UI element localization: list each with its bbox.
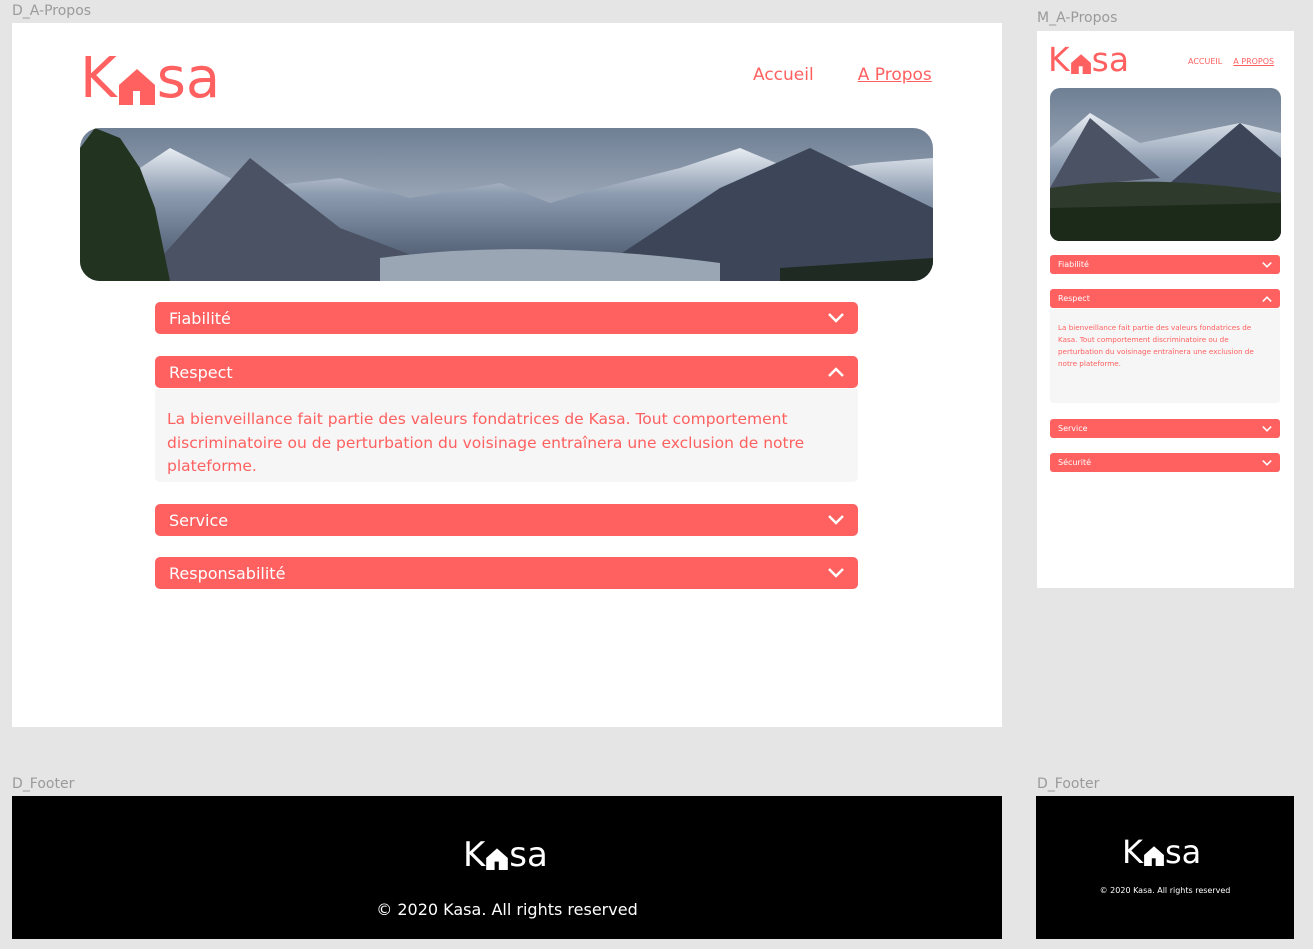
accordion-title: Fiabilité xyxy=(169,308,231,328)
chevron-down-icon xyxy=(828,568,844,578)
logo-letter-k: K xyxy=(80,46,117,111)
frame-label-mobile-about: M_A-Propos xyxy=(1037,10,1118,26)
accordion-body-respect: La bienveillance fait partie des valeurs… xyxy=(155,389,858,482)
logo-letters-sa: sa xyxy=(156,46,221,111)
mobile-about-artboard: K sa ACCUEIL A PROPOS Fiabilité Respect xyxy=(1037,31,1294,588)
chevron-down-icon xyxy=(1262,261,1272,268)
accordion-title: Respect xyxy=(1058,294,1090,303)
chevron-down-icon xyxy=(1262,459,1272,466)
accordion-header-fiabilite[interactable]: Fiabilité xyxy=(1050,255,1280,274)
accordion-body-respect: La bienveillance fait partie des valeurs… xyxy=(1050,309,1280,403)
accordion-title: Fiabilité xyxy=(1058,260,1089,269)
accordion-title: Respect xyxy=(169,362,233,382)
nav-about-link[interactable]: A PROPOS xyxy=(1233,57,1274,66)
chevron-down-icon xyxy=(828,313,844,323)
mobile-footer: K sa © 2020 Kasa. All rights reserved xyxy=(1036,796,1294,939)
accordion-title: Responsabilité xyxy=(169,563,286,583)
accordion-header-responsabilite[interactable]: Responsabilité xyxy=(155,557,858,589)
about-banner-image xyxy=(1050,88,1281,241)
house-icon xyxy=(117,63,157,107)
accordion-header-respect[interactable]: Respect xyxy=(1050,289,1280,308)
logo-letter-k: K xyxy=(1048,40,1070,79)
chevron-up-icon xyxy=(828,367,844,377)
frame-label-desktop-footer: D_Footer xyxy=(12,776,75,792)
accordion-header-service[interactable]: Service xyxy=(1050,419,1280,438)
house-icon xyxy=(485,844,509,872)
kasa-logo[interactable]: K sa xyxy=(80,51,220,107)
logo-letter-k: K xyxy=(463,835,486,875)
house-icon xyxy=(1070,50,1092,76)
desktop-about-artboard: K sa Accueil A Propos Fiabilité Respect … xyxy=(12,23,1002,727)
frame-label-mobile-footer: D_Footer xyxy=(1037,776,1100,792)
footer-copyright: © 2020 Kasa. All rights reserved xyxy=(1099,886,1231,895)
frame-label-desktop-about: D_A-Propos xyxy=(12,3,92,19)
accordion-header-securite[interactable]: Sécurité xyxy=(1050,453,1280,472)
accordion-title: Sécurité xyxy=(1058,458,1092,467)
main-nav: ACCUEIL A PROPOS xyxy=(1188,57,1274,66)
about-banner-image xyxy=(80,128,933,281)
nav-about-link[interactable]: A Propos xyxy=(858,65,932,85)
logo-letters-sa: sa xyxy=(1164,833,1202,871)
nav-home-link[interactable]: ACCUEIL xyxy=(1188,57,1222,66)
footer-kasa-logo: K sa xyxy=(463,838,548,872)
logo-letters-sa: sa xyxy=(1091,40,1130,79)
logo-letter-k: K xyxy=(1122,833,1143,871)
chevron-down-icon xyxy=(1262,425,1272,432)
chevron-up-icon xyxy=(1262,295,1272,302)
footer-copyright: © 2020 Kasa. All rights reserved xyxy=(376,900,638,919)
chevron-down-icon xyxy=(828,515,844,525)
desktop-footer: K sa © 2020 Kasa. All rights reserved xyxy=(12,796,1002,939)
footer-kasa-logo: K sa xyxy=(1122,836,1201,868)
kasa-logo[interactable]: K sa xyxy=(1048,43,1129,76)
accordion-header-fiabilite[interactable]: Fiabilité xyxy=(155,302,858,334)
logo-letters-sa: sa xyxy=(509,835,548,875)
accordion-title: Service xyxy=(1058,424,1088,433)
accordion-header-respect[interactable]: Respect xyxy=(155,356,858,388)
accordion-title: Service xyxy=(169,510,229,530)
main-nav: Accueil A Propos xyxy=(753,65,932,85)
accordion-header-service[interactable]: Service xyxy=(155,504,858,536)
house-icon xyxy=(1143,842,1165,868)
nav-home-link[interactable]: Accueil xyxy=(753,65,814,85)
